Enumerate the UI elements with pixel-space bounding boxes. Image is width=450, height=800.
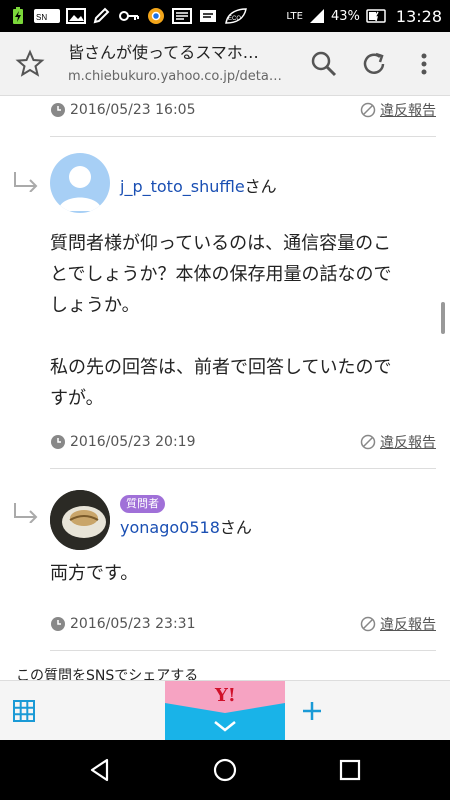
body-line xyxy=(50,321,436,352)
center-button-bottom xyxy=(165,703,285,741)
clock-icon xyxy=(51,435,65,449)
photo-icon xyxy=(66,8,86,24)
answer-meta-row: 2016/05/23 16:05 違反報告 xyxy=(50,100,436,120)
answer-meta-row: 2016/05/23 20:19 違反報告 xyxy=(50,432,436,452)
answer-body: 質問者様が仰っているのは、通信容量のこ とでしょうか？本体の保存用量の話なので … xyxy=(50,228,436,414)
divider xyxy=(50,650,436,651)
scrollbar-thumb[interactable] xyxy=(441,302,445,334)
yahoo-center-button[interactable]: Y! xyxy=(165,681,285,741)
screen: SN ECO LTE 43% 13:28 皆さんが使ってるスマホ… m.chie… xyxy=(0,0,450,800)
report-violation-link[interactable]: 違反報告 xyxy=(360,432,436,452)
username-link[interactable]: yonago0518 xyxy=(120,518,220,537)
url-bar[interactable]: m.chiebukuro.yahoo.co.jp/deta… xyxy=(68,69,290,84)
answer-date: 2016/05/23 23:31 xyxy=(70,616,196,632)
battery-percent: 43% xyxy=(330,8,360,24)
body-line: すが。 xyxy=(50,388,104,409)
report-label: 違反報告 xyxy=(380,103,436,119)
home-button[interactable] xyxy=(209,754,241,786)
clock-time: 13:28 xyxy=(395,6,442,26)
battery-icon xyxy=(366,9,386,23)
network-type: LTE xyxy=(286,10,303,22)
prohibited-icon xyxy=(360,616,376,632)
add-button[interactable] xyxy=(298,697,326,725)
status-bar: SN ECO LTE 43% 13:28 xyxy=(0,0,450,32)
body-line: とでしょうか？本体の保存用量の話なので xyxy=(50,264,392,285)
more-vert-icon xyxy=(421,53,427,75)
honorific: さん xyxy=(244,177,277,196)
body-line: 私の先の回答は、前者で回答していたので xyxy=(50,357,392,378)
eco-icon: ECO xyxy=(225,8,247,24)
svg-text:SN: SN xyxy=(36,13,47,22)
recents-button[interactable] xyxy=(334,754,366,786)
answer-date: 2016/05/23 20:19 xyxy=(70,434,196,450)
grid-menu-icon[interactable] xyxy=(12,699,36,723)
overflow-menu-button[interactable] xyxy=(408,48,440,80)
report-violation-link[interactable]: 違反報告 xyxy=(360,614,436,634)
prohibited-icon xyxy=(360,434,376,450)
chevron-down-icon xyxy=(165,703,285,732)
report-label: 違反報告 xyxy=(380,617,436,633)
search-button[interactable] xyxy=(308,48,340,80)
honorific: さん xyxy=(219,518,252,537)
divider xyxy=(50,136,436,137)
plus-icon xyxy=(303,702,321,720)
page-title[interactable]: 皆さんが使ってるスマホ… xyxy=(68,39,288,63)
body-line: 質問者様が仰っているのは、通信容量のこ xyxy=(50,233,392,254)
avatar[interactable] xyxy=(50,153,110,213)
reply-arrow-icon xyxy=(14,503,38,523)
reply-arrow-icon xyxy=(14,172,38,192)
charging-icon xyxy=(13,7,23,24)
recents-square-icon xyxy=(339,759,361,781)
edit-icon xyxy=(93,7,110,24)
system-nav-bar xyxy=(0,740,450,800)
body-line: 両方です。 xyxy=(50,563,139,584)
chrome-icon xyxy=(148,8,164,24)
answerer-name[interactable]: j_p_toto_shuffleさん xyxy=(120,173,277,197)
news-icon xyxy=(172,8,192,24)
answer-meta-row: 2016/05/23 23:31 違反報告 xyxy=(50,614,436,634)
share-heading: この質問をSNSでシェアする xyxy=(16,668,199,680)
signal-icon xyxy=(309,9,324,23)
prohibited-icon xyxy=(360,102,376,118)
key-icon xyxy=(119,11,139,21)
answer-body: 両方です。 xyxy=(50,558,436,589)
default-user-icon xyxy=(58,166,102,211)
cast-icon xyxy=(200,10,216,22)
reload-icon xyxy=(363,52,385,74)
browser-toolbar: 皆さんが使ってるスマホ… m.chiebukuro.yahoo.co.jp/de… xyxy=(0,32,450,96)
username-link[interactable]: j_p_toto_shuffle xyxy=(120,177,245,196)
user-photo-icon xyxy=(50,490,110,550)
avatar[interactable] xyxy=(50,490,110,550)
answer-date: 2016/05/23 16:05 xyxy=(70,102,196,118)
answerer-name[interactable]: yonago0518さん xyxy=(120,514,252,538)
search-icon xyxy=(311,51,337,77)
clock-icon xyxy=(51,103,65,117)
svg-text:ECO: ECO xyxy=(228,16,241,22)
answers-content[interactable]: 2016/05/23 16:05 違反報告 j_p_toto_shuffleさん… xyxy=(0,96,450,680)
questioner-badge: 質問者 xyxy=(120,495,165,513)
status-icons-left: SN ECO xyxy=(8,7,248,25)
back-triangle-icon xyxy=(90,758,109,782)
reload-button[interactable] xyxy=(358,48,390,80)
body-line: しょうか。 xyxy=(50,295,140,316)
report-label: 違反報告 xyxy=(380,435,436,451)
status-icons-right: LTE 43% 13:28 xyxy=(286,7,442,26)
bottom-app-bar: Y! xyxy=(0,680,450,741)
bookmark-star-icon[interactable] xyxy=(14,48,46,80)
home-circle-icon xyxy=(213,758,237,782)
back-button[interactable] xyxy=(84,754,116,786)
clock-icon xyxy=(51,617,65,631)
smartnews-icon: SN xyxy=(34,9,60,23)
report-violation-link[interactable]: 違反報告 xyxy=(360,100,436,120)
divider xyxy=(50,468,436,469)
